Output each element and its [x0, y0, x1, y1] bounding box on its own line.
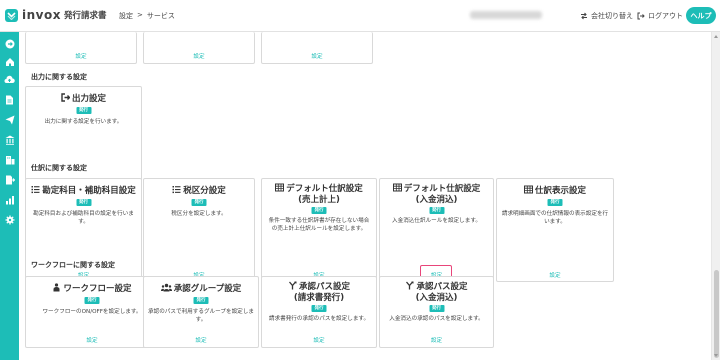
- logout-label: ログアウト: [648, 12, 683, 20]
- switch-icon: [581, 12, 587, 20]
- card-description: 条件一致する仕訳辞書が存在しない場合の売上計上仕訳ルールを設定します。: [268, 218, 370, 232]
- logout-link[interactable]: ログアウト: [637, 11, 683, 21]
- home-icon[interactable]: [4, 56, 15, 67]
- output-settings-card: 出力設定 発行 出力に関する設定を行います。 設定: [25, 86, 142, 190]
- card-title: 承認パス設定 (入金消込): [380, 281, 493, 304]
- table-icon: [275, 183, 285, 192]
- section-title-journal: 仕訳に関する設定: [31, 164, 87, 172]
- approval-path-invoice-card: 承認パス設定 (請求書発行) 発行 請求書発行の承認のパスを設定します。 設定: [261, 276, 377, 348]
- card-title: デフォルト仕訳設定 (入金消込): [380, 183, 493, 206]
- logout-icon: [637, 12, 645, 20]
- scroll-down-icon[interactable]: [714, 354, 718, 357]
- vertical-scrollbar[interactable]: [711, 32, 720, 360]
- document-icon[interactable]: [4, 94, 15, 105]
- card-description: 承認のパスで利用するグループを設定します。: [148, 309, 254, 323]
- card-description: 出力に関する設定を行います。: [44, 119, 123, 125]
- section-title-workflow: ワークフローに関する設定: [31, 261, 115, 269]
- settings-link[interactable]: 設定: [380, 336, 493, 344]
- section-title-output: 出力に関する設定: [31, 73, 87, 81]
- card-description: ワークフローのON/OFFを設定します。: [42, 309, 142, 315]
- chart-icon[interactable]: [4, 194, 15, 205]
- issue-badge: 発行: [84, 297, 100, 304]
- switch-company-link[interactable]: 会社切り替え: [580, 11, 633, 21]
- settings-link[interactable]: 設定: [497, 271, 613, 279]
- product-name: 発行請求書: [63, 11, 107, 21]
- card-title: 承認パス設定 (請求書発行): [262, 281, 376, 304]
- card-title: 税区分設定: [144, 185, 254, 197]
- settings-link[interactable]: 設定: [144, 336, 258, 344]
- brand-name: invox: [22, 8, 61, 22]
- help-button[interactable]: ヘルプ: [686, 7, 716, 24]
- logout-icon: [61, 93, 70, 102]
- tax-category-settings-card: 税区分設定 発行 税区分を設定します。 設定: [143, 178, 255, 282]
- card-title: ワークフロー設定: [26, 283, 158, 295]
- logo-icon: [5, 8, 18, 22]
- logo[interactable]: invox 発行請求書: [5, 8, 106, 22]
- table-icon: [523, 185, 533, 194]
- main-content: 設定 設定 設定 出力に関する設定 出力設定 発行 出力に関する設定を行います。…: [19, 32, 711, 360]
- card-description: 請求書発行の承認のパスを設定します。: [268, 316, 370, 322]
- workflow-settings-card: ワークフロー設定 発行 ワークフローのON/OFFを設定します。 設定: [25, 276, 159, 348]
- path-icon: [288, 281, 297, 290]
- card-title: 出力設定: [26, 93, 141, 105]
- approval-path-payment-card: 承認パス設定 (入金消込) 発行 入金消込の承認のパスを設定します。 設定: [379, 276, 494, 348]
- group-icon: [160, 283, 172, 292]
- issue-badge: 発行: [191, 199, 207, 206]
- bank-icon[interactable]: [4, 134, 15, 145]
- card-description: 入金消込仕訳ルールを設定します。: [392, 218, 481, 224]
- card-title: 勘定科目・補助科目設定: [26, 185, 141, 197]
- account-name-redacted: [470, 11, 542, 19]
- settings-link[interactable]: 設定: [144, 52, 254, 60]
- issue-badge: 発行: [311, 305, 327, 312]
- issue-badge: 発行: [76, 107, 91, 114]
- card-title: デフォルト仕訳設定 (売上計上): [262, 183, 376, 206]
- issue-badge: 発行: [311, 207, 327, 214]
- breadcrumb: 設定 > サービス: [119, 11, 175, 21]
- settings-link[interactable]: 設定: [26, 52, 136, 60]
- gear-icon[interactable]: [4, 214, 15, 225]
- building-icon[interactable]: [4, 154, 15, 165]
- table-icon: [392, 183, 402, 192]
- approval-group-settings-card: 承認グループ設定 発行 承認のパスで利用するグループを設定します。 設定: [143, 276, 259, 348]
- list-icon: [31, 186, 40, 194]
- send-icon[interactable]: [4, 114, 15, 125]
- scroll-thumb[interactable]: [714, 270, 719, 358]
- card-title: 承認グループ設定: [144, 283, 258, 295]
- breadcrumb-item-settings[interactable]: 設定: [119, 11, 133, 21]
- settings-link[interactable]: 設定: [26, 336, 158, 344]
- issue-badge: 発行: [429, 305, 444, 312]
- issue-badge: 発行: [193, 297, 209, 304]
- settings-card-partial: 設定: [143, 32, 255, 64]
- cloud-upload-icon[interactable]: [4, 74, 15, 85]
- sidebar: [0, 32, 19, 360]
- issue-badge: 発行: [76, 199, 91, 206]
- arrow-right-icon[interactable]: [4, 38, 15, 49]
- issue-badge: 発行: [547, 199, 563, 206]
- issue-badge: 発行: [429, 207, 444, 214]
- journal-display-settings-card: 仕訳表示設定 発行 請求明細画面での仕訳情報の表示設定を行います。 設定: [496, 178, 614, 282]
- default-journal-sales-card: デフォルト仕訳設定 (売上計上) 発行 条件一致する仕訳辞書が存在しない場合の売上…: [261, 178, 377, 282]
- card-title: 仕訳表示設定: [497, 185, 613, 197]
- card-description: 税区分を設定します。: [171, 211, 227, 217]
- card-description: 入金消込の承認のパスを設定します。: [389, 316, 484, 322]
- settings-link[interactable]: 設定: [262, 52, 372, 60]
- top-bar: invox 発行請求書 設定 > サービス 会社切り替え ログアウト ヘルプ: [0, 0, 720, 32]
- path-icon: [406, 281, 414, 290]
- export-icon[interactable]: [4, 174, 15, 185]
- switch-company-label: 会社切り替え: [591, 12, 633, 20]
- breadcrumb-separator: >: [137, 11, 143, 19]
- scroll-up-icon[interactable]: [714, 35, 718, 38]
- card-description: 勘定科目および補助科目の設定を行います。: [33, 211, 134, 225]
- card-description: 請求明細画面での仕訳情報の表示設定を行います。: [501, 211, 609, 225]
- settings-card-partial: 設定: [25, 32, 137, 64]
- workflow-icon: [53, 283, 60, 292]
- breadcrumb-item-service: サービス: [146, 12, 175, 20]
- settings-link[interactable]: 設定: [262, 336, 376, 344]
- default-journal-payment-card: デフォルト仕訳設定(入金消込) 発行 入金消込仕訳ルールを設定します。 設定: [379, 178, 494, 282]
- settings-card-partial: 設定: [261, 32, 373, 64]
- list-icon: [172, 186, 181, 194]
